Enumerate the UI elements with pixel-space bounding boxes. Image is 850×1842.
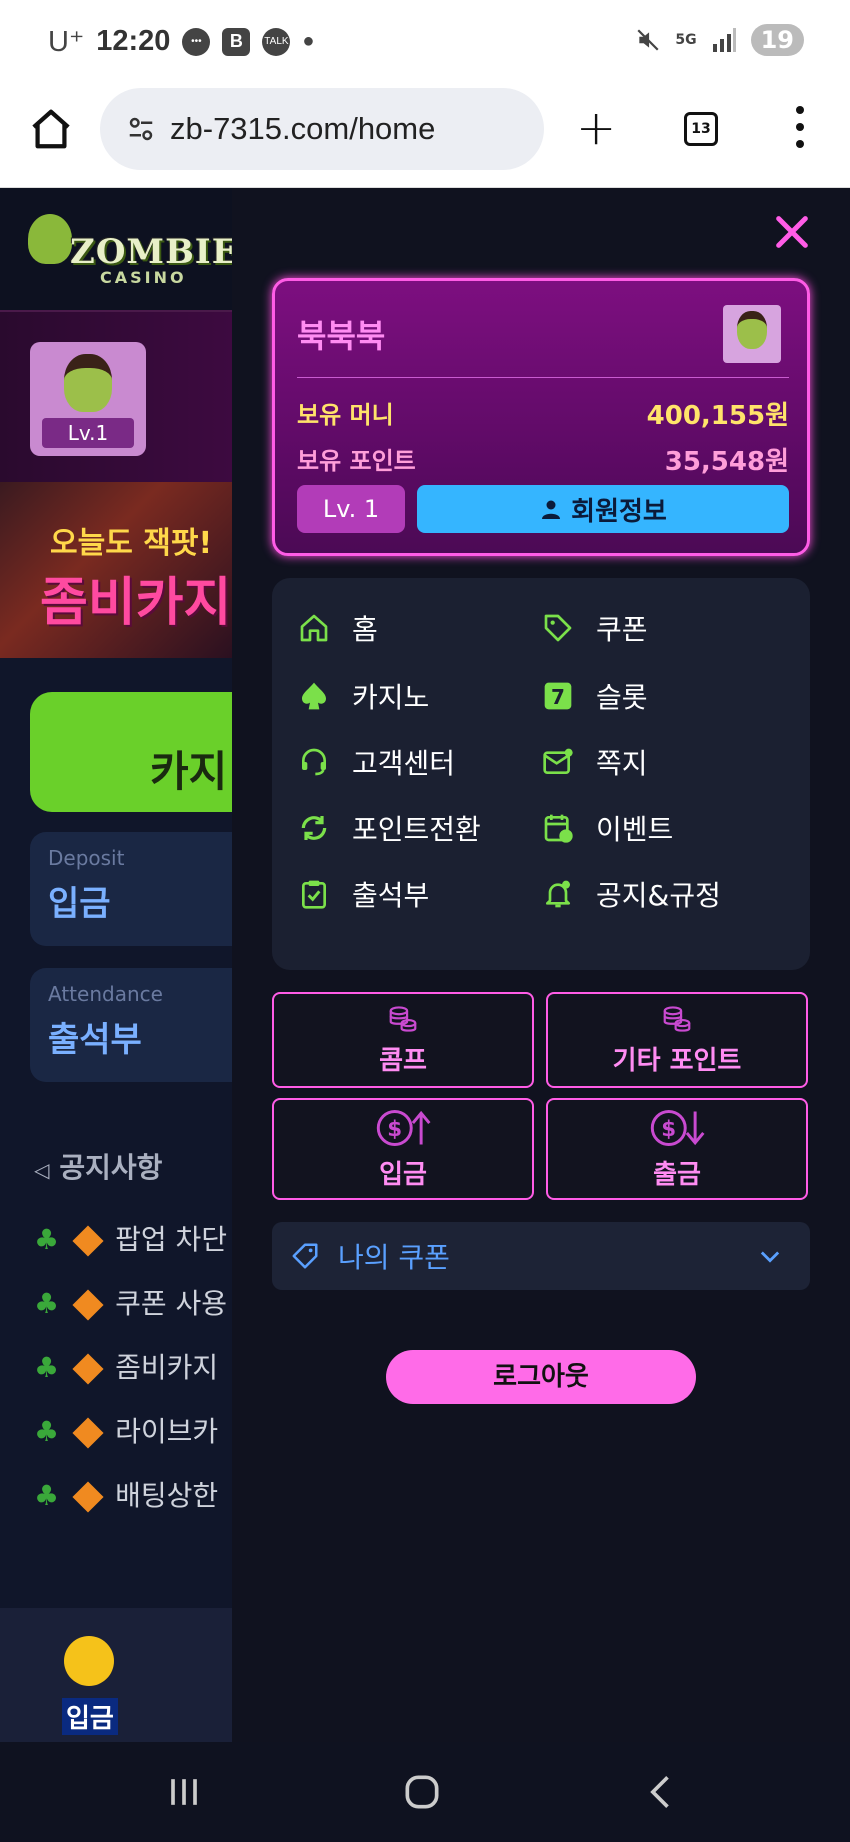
refresh-icon <box>301 816 327 840</box>
profile-card: 북북북 보유 머니 400,155원 보유 포인트 35,548원 Lv. 1 … <box>272 278 810 556</box>
signal-icon <box>712 28 736 52</box>
b-app-icon: B <box>222 27 251 56</box>
level-badge: Lv. 1 <box>297 485 405 533</box>
menu-item-home[interactable]: 홈 <box>298 608 378 648</box>
home-nav-icon[interactable] <box>400 1770 444 1814</box>
deposit-button[interactable]: $ 입금 <box>272 1098 534 1200</box>
calendar-clock-icon <box>544 814 573 843</box>
dot-icon: ● <box>302 30 315 52</box>
5g-icon: 5G <box>675 32 697 48</box>
menu-item-support[interactable]: 고객센터 <box>298 742 455 782</box>
speaker-icon: ◁ <box>34 1158 50 1182</box>
zombie-casino-logo[interactable]: ZOMBIE CASINO <box>28 206 232 296</box>
mail-icon <box>543 748 573 774</box>
menu-item-attendance[interactable]: 출석부 <box>298 874 429 914</box>
coin-stack-icon <box>389 1005 417 1032</box>
promo-banner[interactable]: 오늘도 잭팟! 좀비카지 <box>0 482 232 658</box>
spade-icon <box>302 682 326 710</box>
notice-title: ◁ 공지사항 <box>34 1151 163 1184</box>
notice-item[interactable]: ♣ 팝업 차단 <box>34 1218 227 1258</box>
url-text: zb-7315.com/home <box>170 111 436 146</box>
browser-menu-icon[interactable] <box>790 106 810 148</box>
menu-item-coupon[interactable]: 쿠폰 <box>542 608 648 648</box>
notice-item[interactable]: ♣ 좀비카지 <box>34 1346 218 1386</box>
user-name: 북북북 <box>297 317 386 355</box>
background-page: ZOMBIE CASINO Lv.1 오늘도 잭팟! 좀비카지 카지 Depos… <box>0 188 232 1742</box>
tag-icon <box>544 614 572 642</box>
logout-button[interactable]: 로그아웃 <box>386 1350 696 1404</box>
menu-item-casino[interactable]: 카지노 <box>298 676 429 716</box>
site-settings-icon[interactable] <box>126 114 156 144</box>
svg-text:$: $ <box>661 1117 676 1142</box>
browser-toolbar: zb-7315.com/home + 13 <box>0 84 850 188</box>
clipboard-check-icon <box>302 880 326 909</box>
notice-item[interactable]: ♣ 배팅상한 <box>34 1474 218 1514</box>
notice-item[interactable]: ♣ 쿠폰 사용 <box>34 1282 227 1322</box>
svg-text:7: 7 <box>551 685 565 709</box>
menu-item-notice[interactable]: 공지&규정 <box>542 874 721 914</box>
my-coupon-dropdown[interactable]: 나의 쿠폰 <box>272 1222 810 1290</box>
money-value: 400,155원 <box>646 401 789 431</box>
user-avatar <box>723 305 781 363</box>
back-icon[interactable] <box>640 1770 684 1814</box>
tag-icon <box>292 1243 318 1269</box>
site-header: ZOMBIE CASINO <box>0 188 232 312</box>
headset-icon <box>302 748 326 776</box>
menu-item-slot[interactable]: 7 슬롯 <box>542 676 648 716</box>
bell-icon <box>546 880 570 908</box>
menu-panel: 홈 쿠폰 카지노 7 슬롯 고객센터 쪽지 포인트전환 이벤트 출석부 공지&규… <box>272 578 810 970</box>
user-icon <box>542 500 561 519</box>
chevron-down-icon <box>760 1251 780 1263</box>
casino-button[interactable]: 카지 <box>30 692 232 812</box>
comp-button[interactable]: 콤프 <box>272 992 534 1088</box>
side-drawer: 북북북 보유 머니 400,155원 보유 포인트 35,548원 Lv. 1 … <box>232 188 850 1742</box>
battery-indicator: 19 <box>750 24 804 56</box>
status-time: 12:20 <box>96 25 171 57</box>
menu-item-message[interactable]: 쪽지 <box>542 742 648 782</box>
recent-apps-icon[interactable] <box>162 1770 206 1814</box>
divider <box>297 377 789 378</box>
member-info-button[interactable]: 회원정보 <box>417 485 789 533</box>
address-bar[interactable]: zb-7315.com/home <box>100 88 544 170</box>
coin-stack-icon <box>663 1005 691 1032</box>
slot-seven-icon: 7 <box>544 682 572 710</box>
bottom-nav: 입금 <box>0 1608 232 1742</box>
point-row: 보유 포인트 35,548원 <box>297 441 789 478</box>
carrier-label: U⁺ <box>48 26 85 58</box>
chat-icon: ••• <box>182 27 211 56</box>
profile-strip: Lv.1 <box>0 312 232 482</box>
close-icon[interactable] <box>772 212 812 252</box>
level-badge: Lv.1 <box>42 418 134 448</box>
system-nav-bar <box>0 1742 850 1842</box>
point-value: 35,548원 <box>664 447 789 477</box>
kakaotalk-icon: TALK <box>262 27 291 56</box>
home-icon[interactable] <box>28 106 74 152</box>
deposit-card[interactable]: Deposit 입금 <box>30 832 232 946</box>
deposit-coin-icon[interactable] <box>64 1636 114 1686</box>
menu-item-point-convert[interactable]: 포인트전환 <box>298 808 481 848</box>
notice-item[interactable]: ♣ 라이브카 <box>34 1410 218 1450</box>
menu-item-event[interactable]: 이벤트 <box>542 808 673 848</box>
status-bar: U⁺ 12:20 ••• B TALK ● 5G 19 <box>0 0 850 84</box>
mute-icon <box>637 29 659 51</box>
avatar[interactable]: Lv.1 <box>30 342 146 456</box>
dollar-up-icon: $ <box>376 1109 431 1146</box>
bottom-nav-deposit[interactable]: 입금 <box>62 1698 118 1735</box>
other-points-button[interactable]: 기타 포인트 <box>546 992 808 1088</box>
withdraw-button[interactable]: $ 출금 <box>546 1098 808 1200</box>
money-row: 보유 머니 400,155원 <box>297 395 789 432</box>
attendance-card[interactable]: Attendance 출석부 <box>30 968 232 1082</box>
dollar-down-icon: $ <box>650 1109 705 1146</box>
tab-switcher-button[interactable]: 13 <box>684 112 718 146</box>
new-tab-button[interactable]: + <box>576 104 616 152</box>
home-icon <box>300 614 328 642</box>
svg-text:$: $ <box>387 1117 402 1142</box>
